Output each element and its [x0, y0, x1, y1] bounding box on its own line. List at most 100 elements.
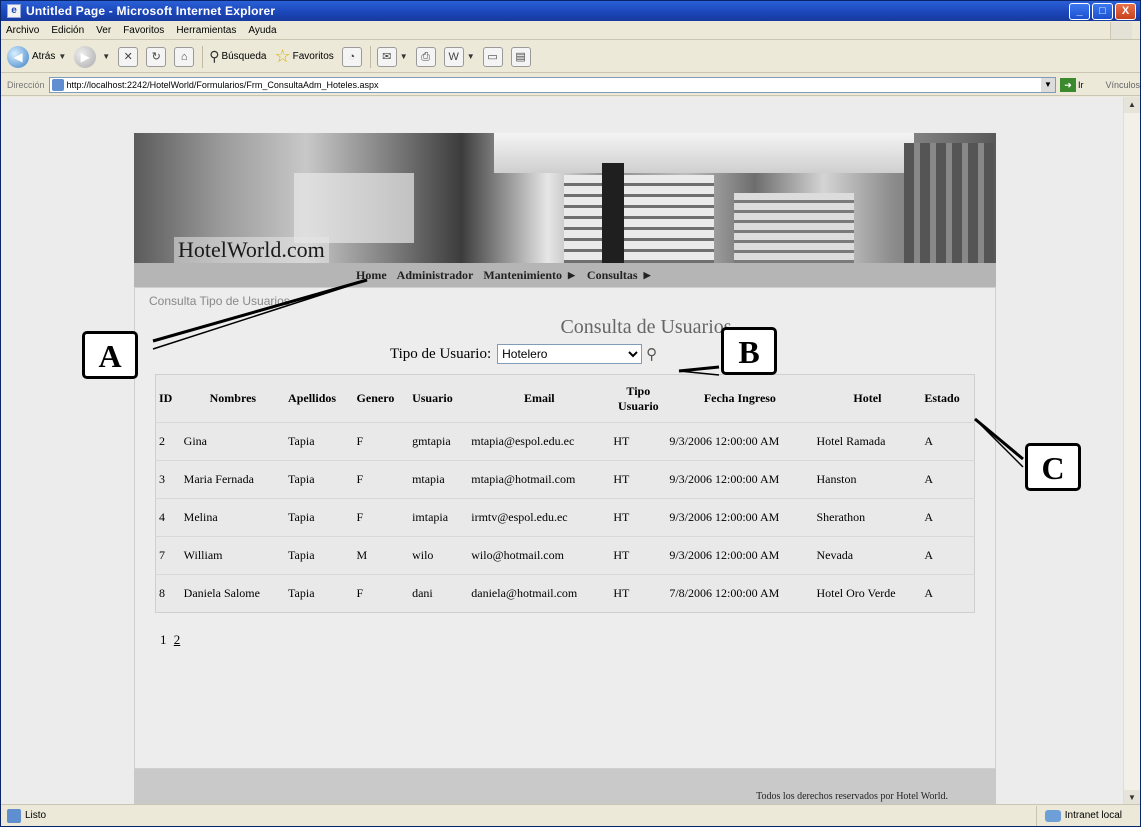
submenu-arrow-icon: ▶ — [567, 269, 575, 280]
search-icon[interactable]: ⚲ — [646, 345, 657, 364]
cell-usuario: gmtapia — [409, 422, 469, 461]
site-footer: Todos los derechos reservados por Hotel … — [134, 769, 996, 806]
address-url[interactable]: http://localhost:2242/HotelWorld/Formula… — [67, 80, 1041, 90]
go-label: Ir — [1077, 79, 1084, 90]
menu-favoritos[interactable]: Favoritos — [123, 25, 164, 36]
cell-genero: M — [353, 536, 410, 575]
nav-consultas[interactable]: Consultas — [587, 268, 638, 283]
menu-edicion[interactable]: Edición — [51, 25, 84, 36]
footer-text: Todos los derechos reservados por Hotel … — [756, 791, 948, 802]
banner-building — [734, 193, 854, 263]
cell-estado: A — [921, 460, 975, 499]
cell-apellidos: Tapia — [285, 460, 354, 499]
col-email[interactable]: Email — [468, 375, 610, 423]
home-button[interactable]: ⌂ — [174, 46, 195, 67]
menu-ayuda[interactable]: Ayuda — [248, 25, 276, 36]
col-tipo-usuario[interactable]: Tipo Usuario — [610, 375, 666, 423]
cell-id: 2 — [155, 422, 181, 461]
site-logo[interactable]: HotelWorld.com — [174, 237, 329, 263]
cell-usuario: mtapia — [409, 460, 469, 499]
col-genero[interactable]: Genero — [354, 375, 410, 423]
cell-hotel: Hotel Oro Verde — [813, 574, 922, 613]
col-estado[interactable]: Estado — [921, 375, 974, 423]
vertical-scrollbar[interactable]: ▲ ▼ — [1123, 97, 1140, 806]
page-icon — [51, 78, 64, 91]
table-row: 3 Maria Fernada Tapia Fmtapia mtapia@hotmail… — [155, 460, 975, 499]
nav-home[interactable]: Home — [356, 268, 387, 283]
close-button[interactable]: X — [1115, 3, 1136, 20]
favorites-star-icon: ☆ — [274, 46, 291, 66]
table-row: 8 Daniela Salome Tapia Fdani daniela@hotmail… — [155, 574, 975, 613]
security-zone: Intranet local — [1035, 805, 1122, 826]
cell-estado: A — [921, 498, 975, 537]
nav-mantenimiento[interactable]: Mantenimiento — [483, 268, 562, 283]
links-label[interactable]: Vínculos — [1105, 80, 1140, 90]
toolbar: ◀ Atrás ▼ ▶ ▼ ✕ ↻ ⌂ ⚲ Búsqueda ☆ Favorit… — [1, 41, 1140, 73]
user-type-select[interactable]: Hotelero — [497, 344, 643, 364]
cell-nombres: Daniela Salome — [180, 574, 286, 613]
pager-next-link[interactable]: 2 — [174, 632, 181, 647]
cell-tipo-usuario: HT — [610, 574, 667, 613]
address-bar: Dirección http://localhost:2242/HotelWor… — [1, 74, 1140, 96]
back-dropdown-icon[interactable]: ▼ — [58, 52, 66, 61]
menu-ver[interactable]: Ver — [96, 25, 111, 36]
cell-nombres: Gina — [180, 422, 286, 461]
mail-dropdown-icon[interactable]: ▼ — [400, 52, 408, 61]
menu-herramientas[interactable]: Herramientas — [176, 25, 236, 36]
favorites-button[interactable]: ☆ Favoritos — [275, 46, 334, 67]
refresh-button[interactable]: ↻ — [146, 46, 167, 67]
cell-email: wilo@hotmail.com — [468, 536, 611, 575]
address-input[interactable]: http://localhost:2242/HotelWorld/Formula… — [48, 76, 1056, 93]
users-table-body: 2 Gina Tapia Fgmtapia mtapia@espol.edu.ec HT 9… — [155, 422, 975, 613]
scroll-up-icon[interactable]: ▲ — [1124, 97, 1140, 113]
cell-id: 7 — [155, 536, 181, 575]
favorites-label: Favoritos — [292, 51, 334, 62]
cell-estado: A — [921, 536, 975, 575]
address-dropdown-icon[interactable]: ▼ — [1040, 77, 1055, 92]
nav-administrador[interactable]: Administrador — [397, 268, 474, 283]
history-button[interactable]: ◔ — [341, 46, 362, 67]
forward-button[interactable]: ▶ ▼ — [74, 45, 110, 68]
cell-genero: F — [353, 422, 410, 461]
mail-button[interactable]: ✉ ▼ — [376, 46, 408, 67]
cell-usuario: wilo — [409, 536, 469, 575]
cell-fecha-ingreso: 7/8/2006 12:00:00 AM — [666, 574, 814, 613]
forward-dropdown-icon[interactable]: ▼ — [102, 52, 110, 61]
user-type-filter: Tipo de Usuario: Hotelero ⚲ — [390, 344, 657, 364]
col-fecha-ingreso[interactable]: Fecha Ingreso — [666, 375, 813, 423]
page-title: Consulta de Usuarios — [560, 316, 732, 338]
status-bar: Listo Intranet local — [1, 804, 1140, 826]
ie-logo-icon: e — [7, 4, 21, 18]
stop-button[interactable]: ✕ — [118, 46, 139, 67]
minimize-button[interactable]: _ — [1069, 3, 1090, 20]
windows-flag-icon — [1110, 22, 1132, 39]
menu-archivo[interactable]: Archivo — [6, 25, 39, 36]
cell-hotel: Hotel Ramada — [813, 422, 922, 461]
forward-arrow-icon: ▶ — [74, 45, 97, 68]
back-button[interactable]: ◀ Atrás ▼ — [7, 45, 66, 68]
col-usuario[interactable]: Usuario — [409, 375, 468, 423]
address-label: Dirección — [7, 79, 45, 90]
research-button[interactable]: ▤ — [510, 46, 531, 67]
cell-tipo-usuario: HT — [610, 422, 667, 461]
site-banner: HotelWorld.com — [134, 133, 996, 263]
col-hotel[interactable]: Hotel — [813, 375, 921, 423]
menu-bar: Archivo Edición Ver Favoritos Herramient… — [1, 21, 1140, 40]
print-button[interactable]: ⎙ — [415, 46, 436, 67]
search-button[interactable]: ⚲ Búsqueda — [209, 48, 266, 65]
discuss-icon: ▭ — [482, 46, 503, 67]
cell-tipo-usuario: HT — [610, 536, 667, 575]
col-apellidos[interactable]: Apellidos — [285, 375, 354, 423]
banner-sky — [494, 133, 914, 173]
browser-window: e Untitled Page - Microsoft Internet Exp… — [0, 0, 1141, 827]
cell-nombres: William — [180, 536, 286, 575]
col-id[interactable]: ID — [156, 375, 181, 423]
col-nombres[interactable]: Nombres — [181, 375, 285, 423]
discuss-button[interactable]: ▭ — [482, 46, 503, 67]
maximize-button[interactable]: □ — [1092, 3, 1113, 20]
edit-dropdown-icon[interactable]: ▼ — [467, 52, 475, 61]
go-button[interactable]: ➜ Ir — [1059, 77, 1084, 92]
print-icon: ⎙ — [415, 46, 436, 67]
cell-email: irmtv@espol.edu.ec — [468, 498, 611, 537]
edit-button[interactable]: W ▼ — [443, 46, 475, 67]
